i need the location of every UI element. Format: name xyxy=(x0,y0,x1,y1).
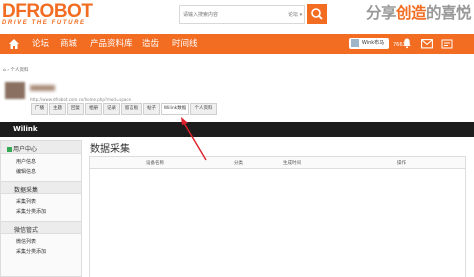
tab-albums[interactable]: 相册 xyxy=(85,103,102,115)
page-title: 数据采集 xyxy=(90,144,130,155)
sidebar: 用户中心 用户信息 编辑信息 数据采集 采集列表 采集分类添加 微信管式 微信列… xyxy=(0,140,82,277)
column-header-device-name: 设备名称 xyxy=(146,161,164,166)
user-avatar-small xyxy=(351,39,359,47)
home-icon[interactable] xyxy=(8,38,20,50)
breadcrumb[interactable]: ⌂ › 个人资料 xyxy=(3,67,29,73)
search-box: 论坛 ▾ xyxy=(179,5,305,24)
sidebar-section-label: 数据采集 xyxy=(14,187,39,194)
table-header: 设备名称 分类 生成时间 操作 xyxy=(89,156,466,169)
sidebar-item-wechat-list[interactable]: 微信列表 xyxy=(16,238,36,245)
sidebar-item-user-info[interactable]: 用户信息 xyxy=(16,158,36,165)
sidebar-item-edit-info[interactable]: 编辑信息 xyxy=(16,168,36,175)
site-slogan: 分享创造的喜悦 xyxy=(366,3,472,23)
sidebar-section-label: 用户中心 xyxy=(7,144,37,153)
tab-broadcast[interactable]: 广播 xyxy=(31,103,48,115)
wilink-header-bar: Wilink xyxy=(0,122,474,137)
tab-profile[interactable]: 个人资料 xyxy=(190,103,217,115)
slogan-part1: 分享 xyxy=(366,4,397,22)
column-header-category: 分类 xyxy=(234,161,243,166)
nav-item-make[interactable]: 造齿 xyxy=(142,38,159,50)
nav-item-forum[interactable]: 论坛 xyxy=(32,38,49,50)
tab-posts[interactable]: 帖子 xyxy=(143,103,160,115)
nav-item-timeline[interactable]: 时间线 xyxy=(172,38,198,50)
logo-tagline: DRIVE THE FUTURE xyxy=(2,20,86,26)
profile-url[interactable]: http://www.dfrobot.com.cn/home.php?mod=s… xyxy=(30,97,131,102)
bell-icon[interactable] xyxy=(402,37,412,49)
search-input[interactable] xyxy=(180,6,285,23)
user-center-text: 用户中心 xyxy=(13,146,38,153)
column-header-created-time: 生成时间 xyxy=(283,161,301,166)
logo-text: DFROBOT xyxy=(2,1,93,22)
user-avatar xyxy=(5,82,25,99)
main-nav: 论坛 商城 产品资料库 造齿 时间线 Wink布马 7663 xyxy=(0,34,474,54)
tab-guestbook[interactable]: 留言板 xyxy=(121,103,142,115)
sidebar-section-label: 微信管式 xyxy=(14,227,39,234)
page: DFROBOT DRIVE THE FUTURE 论坛 ▾ 分享创造的喜悦 论坛… xyxy=(0,0,474,277)
sidebar-item-add-category[interactable]: 采集分类添加 xyxy=(16,208,46,215)
mail-icon[interactable] xyxy=(421,39,433,49)
nav-item-store[interactable]: 商城 xyxy=(60,38,77,50)
dfrobot-logo[interactable]: DFROBOT DRIVE THE FUTURE xyxy=(2,1,120,27)
sidebar-item-add-category-2[interactable]: 采集分类添加 xyxy=(16,248,46,255)
column-header-actions: 操作 xyxy=(397,161,406,166)
settings-icon[interactable] xyxy=(441,39,453,49)
sidebar-item-collection-list[interactable]: 采集列表 xyxy=(16,198,36,205)
sidebar-section-user-center[interactable]: 用户中心 xyxy=(1,141,81,154)
slogan-highlight: 创造 xyxy=(396,4,427,22)
search-type-select[interactable]: 论坛 ▾ xyxy=(288,11,302,18)
tab-records[interactable]: 记录 xyxy=(103,103,120,115)
search-icon xyxy=(311,8,323,20)
nav-item-product-library[interactable]: 产品资料库 xyxy=(90,38,133,50)
table-body xyxy=(89,169,466,277)
search-button[interactable] xyxy=(307,4,327,24)
sidebar-section-wechat[interactable]: 微信管式 xyxy=(1,221,81,234)
username-blurred xyxy=(30,85,55,91)
tab-replies[interactable]: 回复 xyxy=(67,103,84,115)
slogan-part2: 的喜悦 xyxy=(426,4,472,22)
sidebar-section-data-collection[interactable]: 数据采集 xyxy=(1,181,81,194)
tab-threads[interactable]: 主题 xyxy=(49,103,66,115)
user-center-icon xyxy=(7,147,12,152)
wilink-title: Wilink xyxy=(13,125,38,133)
tab-wilink-data[interactable]: Wilink数据 xyxy=(161,103,189,115)
